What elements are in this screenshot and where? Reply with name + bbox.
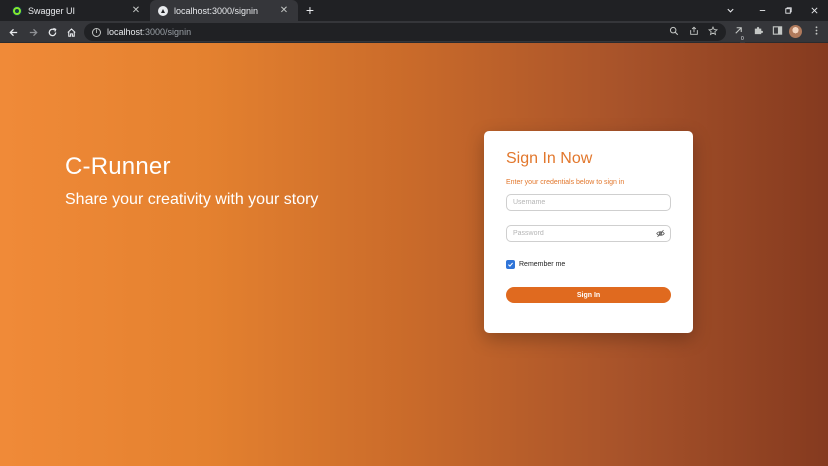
signin-button[interactable]: Sign In [506, 287, 671, 303]
signin-title: Sign In Now [506, 150, 593, 167]
tab-search-chevron-icon[interactable] [716, 0, 744, 21]
restore-icon[interactable] [774, 0, 802, 21]
tab-close-icon[interactable]: ✕ [278, 5, 290, 16]
home-icon[interactable] [62, 23, 80, 41]
url-path: :3000/signin [142, 27, 192, 37]
back-arrow-icon[interactable] [4, 23, 22, 41]
swagger-favicon-icon [12, 5, 22, 16]
extension-icon[interactable]: 0 [731, 25, 745, 46]
window-close-icon[interactable] [800, 0, 828, 21]
nextjs-favicon-icon [158, 5, 168, 16]
extensions-puzzle-icon[interactable] [751, 25, 765, 39]
forward-arrow-icon[interactable] [24, 23, 42, 41]
app-tagline: Share your creativity with your story [65, 191, 319, 208]
signin-page: C-Runner Share your creativity with your… [0, 43, 828, 466]
bookmark-star-icon[interactable] [707, 25, 719, 38]
tab-swagger-ui[interactable]: Swagger UI ✕ [4, 0, 150, 21]
signin-subtitle: Enter your credentials below to sign in [506, 179, 625, 186]
browser-tab-strip: Swagger UI ✕ localhost:3000/signin ✕ + [0, 0, 828, 21]
minimize-icon[interactable] [748, 0, 776, 21]
remember-me-row: Remember me [506, 260, 565, 269]
password-visibility-eye-icon[interactable] [656, 229, 665, 238]
username-input[interactable] [506, 194, 671, 211]
tab-title: localhost:3000/signin [174, 5, 259, 16]
zoom-icon[interactable] [668, 26, 680, 38]
kebab-menu-icon[interactable] [809, 25, 823, 39]
share-icon[interactable] [688, 26, 700, 38]
tab-title: Swagger UI [28, 5, 76, 16]
reload-icon[interactable] [43, 23, 61, 41]
side-panel-icon[interactable] [770, 25, 784, 39]
password-input[interactable] [506, 225, 671, 242]
url-host: localhost [107, 27, 143, 37]
remember-me-label: Remember me [519, 261, 566, 268]
checkmark-icon [508, 262, 514, 267]
remember-me-checkbox[interactable] [506, 260, 515, 269]
new-tab-button[interactable]: + [302, 2, 318, 18]
tab-close-icon[interactable]: ✕ [130, 5, 142, 16]
signin-card: Sign In Now Enter your credentials below… [484, 131, 693, 333]
app-title: C-Runner [65, 153, 171, 180]
hero-section: C-Runner Share your creativity with your… [65, 153, 318, 209]
browser-toolbar: i localhost:3000/signin 0 [0, 21, 828, 46]
profile-avatar[interactable] [789, 25, 802, 38]
address-bar[interactable]: i localhost:3000/signin [84, 23, 726, 41]
tab-signin[interactable]: localhost:3000/signin ✕ [150, 0, 298, 21]
site-info-icon[interactable]: i [92, 27, 101, 37]
